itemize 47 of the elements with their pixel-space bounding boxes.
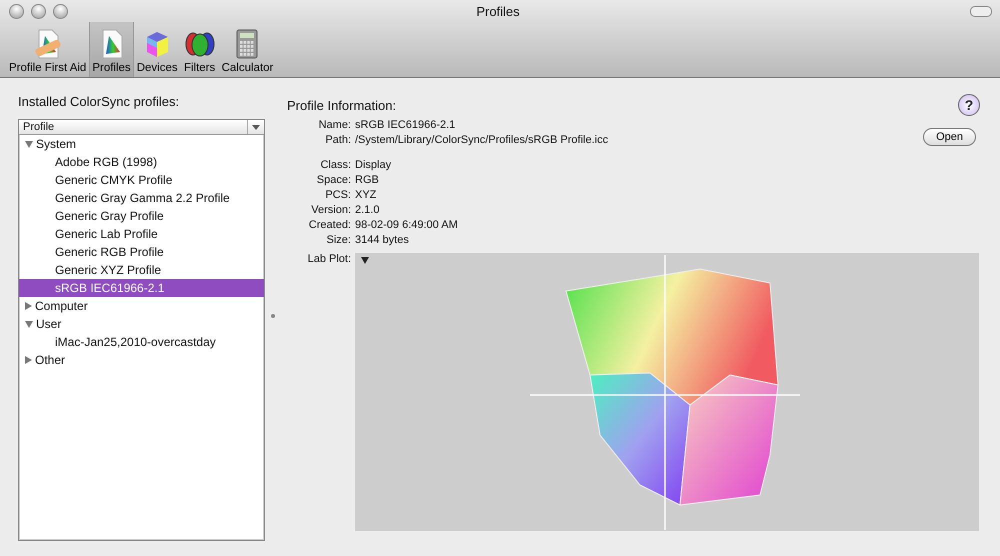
- window-control-button[interactable]: [53, 4, 68, 18]
- help-button[interactable]: ?: [958, 94, 980, 116]
- field-label: Space:: [316, 173, 351, 188]
- field-value: RGB: [355, 173, 380, 188]
- field-value: Display: [355, 158, 392, 173]
- tree-item[interactable]: Generic CMYK Profile: [19, 171, 264, 189]
- tree-item[interactable]: iMac-Jan25,2010-overcastday: [19, 333, 264, 351]
- toolbar-button[interactable]: Devices: [134, 22, 181, 77]
- tree-group-row[interactable]: User: [19, 315, 264, 333]
- panel-heading: Installed ColorSync profiles:: [18, 94, 180, 109]
- toolbar-toggle-button[interactable]: [970, 6, 992, 16]
- window-title: Profiles: [475, 4, 521, 18]
- toolbar-button[interactable]: Filters: [180, 22, 219, 77]
- toolbar-button[interactable]: Calculator: [218, 22, 276, 77]
- field-label: Created:: [308, 218, 351, 233]
- tree-item[interactable]: Generic Gray Gamma 2.2 Profile: [19, 189, 264, 207]
- field-label: Version:: [310, 203, 351, 218]
- field-value: /System/Library/ColorSync/Profiles/sRGB Profile.icc: [355, 133, 608, 148]
- field-value: 2.1.0: [355, 203, 380, 218]
- field-label: Lab Plot:: [306, 253, 351, 267]
- tree-group-row[interactable]: Computer: [19, 297, 264, 315]
- tree-item[interactable]: Generic XYZ Profile: [19, 261, 264, 279]
- field-value: sRGB IEC61966-2.1: [355, 118, 456, 133]
- field-label: Size:: [326, 233, 351, 248]
- disclosure-triangle-icon[interactable]: [361, 257, 369, 264]
- tree-item[interactable]: Generic RGB Profile: [19, 243, 264, 261]
- field-value: XYZ: [355, 188, 378, 203]
- field-value: 98-02-09 6:49:00 AM: [355, 218, 459, 233]
- window-control-button[interactable]: [9, 4, 24, 18]
- tree-item[interactable]: Adobe RGB (1998): [19, 153, 264, 171]
- tree-item[interactable]: Generic Lab Profile: [19, 225, 264, 243]
- column-header[interactable]: Profile: [19, 120, 264, 135]
- tree-item[interactable]: Generic Gray Profile: [19, 207, 264, 225]
- field-label: Name:: [318, 118, 351, 133]
- tree-item[interactable]: sRGB IEC61966-2.1: [19, 279, 264, 297]
- tree-group-row[interactable]: System: [19, 135, 264, 153]
- tree-group-row[interactable]: Other: [19, 351, 264, 369]
- toolbar-button[interactable]: Profile First Aid: [6, 22, 90, 77]
- field-label: Path:: [324, 133, 351, 148]
- field-value: 3144 bytes: [355, 233, 410, 248]
- open-button[interactable]: Open: [923, 128, 976, 146]
- split-view-handle[interactable]: [271, 314, 275, 318]
- window-control-button[interactable]: [31, 4, 46, 18]
- field-label: Class:: [319, 158, 351, 173]
- field-label: PCS:: [324, 188, 351, 203]
- toolbar-button[interactable]: Profiles: [89, 22, 134, 77]
- section-heading: Profile Information:: [287, 98, 396, 112]
